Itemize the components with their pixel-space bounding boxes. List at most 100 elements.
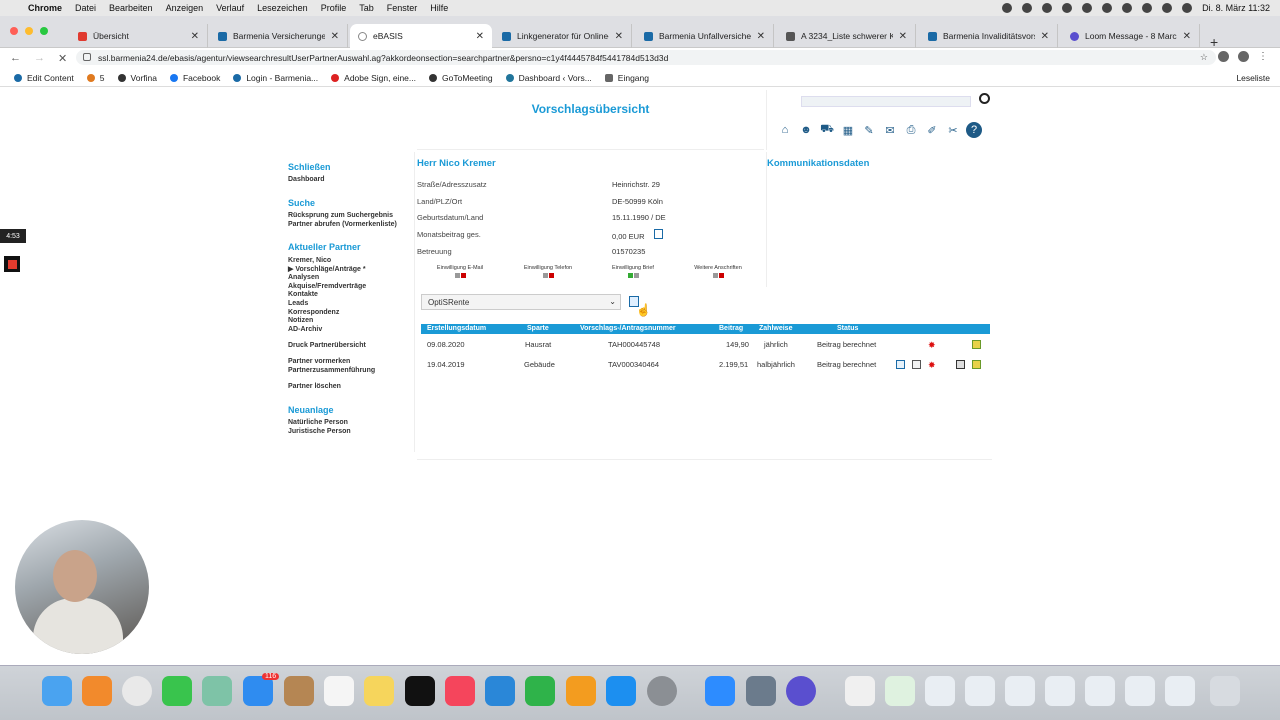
status-icon[interactable] [1022, 3, 1033, 13]
reminders-icon[interactable] [324, 676, 354, 706]
back-arrow-icon[interactable]: ← [10, 52, 24, 64]
launchpad-icon[interactable] [82, 676, 112, 706]
sidebar-link-partner-name[interactable]: Kremer, Nico [288, 257, 331, 264]
close-tab-icon[interactable]: ✕ [615, 31, 623, 42]
reading-list-button[interactable]: Leseliste [1236, 73, 1270, 83]
address-bar[interactable]: ssl.barmenia24.de/ebasis/agentur/viewsea… [76, 50, 1216, 65]
status-icon[interactable] [1042, 3, 1053, 13]
search-icon[interactable] [1142, 3, 1153, 13]
users-icon[interactable]: ☻ [798, 122, 814, 138]
sidebar-link-partner-abrufen[interactable]: Partner abrufen (Vormerkenliste) [288, 221, 397, 228]
bookmark-vorfina[interactable]: Vorfina [117, 73, 157, 83]
menu-datei[interactable]: Datei [75, 3, 96, 13]
minimize-window-button[interactable] [25, 27, 33, 35]
document-icon[interactable] [972, 360, 981, 369]
menubar-clock[interactable]: Di. 8. März 11:32 [1202, 3, 1270, 13]
close-tab-icon[interactable]: ✕ [1183, 31, 1191, 42]
tab-ebasis[interactable]: eBASIS ✕ [350, 24, 492, 48]
profile-avatar-icon[interactable] [1238, 51, 1249, 62]
chrome-menu-icon[interactable]: ⋮ [1258, 51, 1268, 62]
preview-icon[interactable] [746, 676, 776, 706]
screenshot-icon[interactable] [1085, 676, 1115, 706]
sidebar-link-juristische-person[interactable]: Juristische Person [288, 428, 351, 435]
trash-icon[interactable] [1210, 676, 1240, 706]
wifi-icon[interactable] [1122, 3, 1133, 13]
extensions-icon[interactable] [1218, 51, 1229, 62]
tools-icon[interactable]: ✂ [945, 122, 961, 138]
battery-icon[interactable] [1082, 3, 1093, 13]
close-tab-icon[interactable]: ✕ [757, 31, 765, 42]
menu-verlauf[interactable]: Verlauf [216, 3, 244, 13]
sidebar-link-partner-vormerken[interactable]: Partner vormerken [288, 358, 350, 365]
table-row[interactable]: 19.04.2019 Gebäude TAV000340464 2.199,51… [421, 356, 990, 374]
bookmark-eingang[interactable]: Eingang [604, 73, 649, 83]
settings-icon[interactable] [647, 676, 677, 706]
numbers-file-icon[interactable] [885, 676, 915, 706]
menu-profile[interactable]: Profile [321, 3, 347, 13]
pin-icon[interactable]: ✐ [924, 122, 940, 138]
cell-nummer[interactable]: TAH000445748 [608, 340, 660, 349]
calculator-small-icon[interactable] [654, 229, 663, 239]
cell-nummer[interactable]: TAV000340464 [608, 360, 659, 369]
bookmark-login-barmenia[interactable]: Login - Barmenia... [233, 73, 318, 83]
chrome-icon[interactable] [122, 676, 152, 706]
screenshot-icon[interactable] [925, 676, 955, 706]
music-icon[interactable] [445, 676, 475, 706]
print-icon[interactable] [912, 360, 921, 369]
bookmark-edit-content[interactable]: Edit Content [14, 73, 74, 83]
pen-icon[interactable]: ✎ [861, 122, 877, 138]
printer-icon[interactable]: ⎙ [903, 122, 919, 138]
menu-lesezeichen[interactable]: Lesezeichen [257, 3, 308, 13]
search-icon[interactable] [979, 93, 990, 104]
keynote-icon[interactable] [485, 676, 515, 706]
maps-icon[interactable] [202, 676, 232, 706]
tab-uebersicht[interactable]: Übersicht ✕ [70, 24, 208, 48]
pages-icon[interactable] [566, 676, 596, 706]
screenshot-icon[interactable] [1125, 676, 1155, 706]
sidebar-link-natuerliche-person[interactable]: Natürliche Person [288, 419, 348, 426]
notes-icon[interactable] [364, 676, 394, 706]
sidebar-link-ad-archiv[interactable]: AD-Archiv [288, 326, 322, 333]
sidebar-section-neuanlage[interactable]: Neuanlage [288, 405, 334, 415]
appletv-icon[interactable] [405, 676, 435, 706]
sidebar-link-dashboard[interactable]: Dashboard [288, 176, 325, 183]
close-window-button[interactable] [10, 27, 18, 35]
table-row[interactable]: 09.08.2020 Hausrat TAH000445748 149,90 j… [421, 336, 990, 354]
status-icon[interactable] [1002, 3, 1013, 13]
zoom-window-button[interactable] [40, 27, 48, 35]
calculator-icon[interactable]: ▦ [840, 122, 856, 138]
contacts-icon[interactable] [284, 676, 314, 706]
delete-icon[interactable]: ✸ [928, 340, 937, 350]
appstore-icon[interactable] [606, 676, 636, 706]
mail-icon[interactable]: ✉ [882, 122, 898, 138]
close-tab-icon[interactable]: ✕ [331, 31, 339, 42]
search-input[interactable] [801, 96, 971, 107]
sidebar-section-aktueller-partner[interactable]: Aktueller Partner [288, 242, 361, 252]
tab-barmenia-versicherungen[interactable]: Barmenia Versicherungen ✕ [210, 24, 348, 48]
sidebar-link-ruecksprung[interactable]: Rücksprung zum Suchergebnis [288, 212, 393, 219]
sidebar-link-notizen[interactable]: Notizen [288, 317, 313, 324]
sidebar-link-akquise[interactable]: Akquise/Fremdverträge [288, 283, 366, 290]
tab-linkgenerator[interactable]: Linkgenerator für Online- ✕ [494, 24, 632, 48]
menu-tab[interactable]: Tab [359, 3, 374, 13]
car-icon[interactable]: ⛟ [819, 122, 835, 138]
close-tab-icon[interactable]: ✕ [1041, 31, 1049, 42]
stop-recording-button[interactable] [4, 256, 20, 272]
tab-loom-message[interactable]: Loom Message - 8 March ✕ [1062, 24, 1200, 48]
webcam-bubble[interactable] [15, 520, 149, 654]
menu-app-name[interactable]: Chrome [28, 3, 62, 13]
th-nummer[interactable]: Vorschlags-/Antragsnummer [580, 324, 676, 334]
help-icon[interactable]: ? [966, 122, 982, 138]
sidebar-link-druck-partneruebersicht[interactable]: Druck Partnerübersicht [288, 342, 366, 349]
screenshot-icon[interactable] [1005, 676, 1035, 706]
control-center-icon[interactable] [1162, 3, 1173, 13]
bookmark-adobe-sign[interactable]: Adobe Sign, eine... [331, 73, 416, 83]
sidebar-link-partnerzusammenfuehrung[interactable]: Partnerzusammenführung [288, 367, 375, 374]
screenshot-icon[interactable] [1165, 676, 1195, 706]
delete-icon[interactable]: ✸ [928, 360, 937, 370]
lock-icon[interactable] [83, 53, 91, 61]
bluetooth-icon[interactable] [1102, 3, 1113, 13]
sidebar-link-korrespondenz[interactable]: Korrespondenz [288, 309, 339, 316]
numbers-icon[interactable] [525, 676, 555, 706]
menu-hilfe[interactable]: Hilfe [430, 3, 448, 13]
